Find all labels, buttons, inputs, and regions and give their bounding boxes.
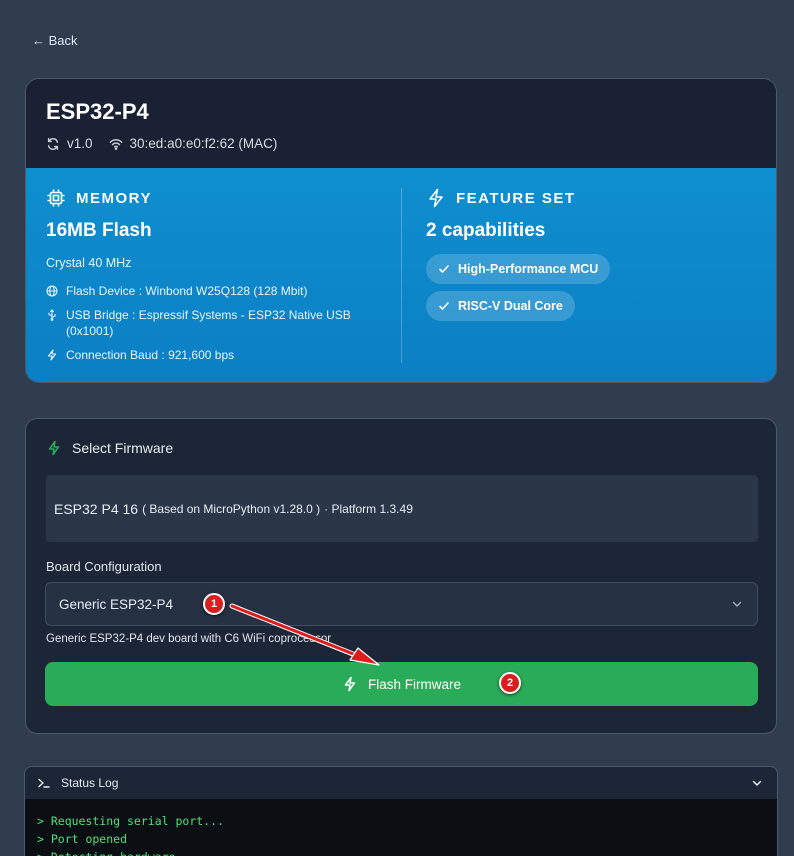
log-line: > Detecting hardware... <box>37 848 765 856</box>
bolt-icon <box>48 440 60 456</box>
status-log-title: Status Log <box>61 776 119 790</box>
firmware-option[interactable]: ESP32 P4 16 ( Based on MicroPython v1.28… <box>46 475 758 542</box>
chip-icon <box>47 189 65 207</box>
spec-list: Flash Device : Winbond W25Q128 (128 Mbit… <box>46 283 396 363</box>
status-log-panel: Status Log > Requesting serial port... >… <box>24 766 778 856</box>
annotation-badge-2: 2 <box>499 672 521 694</box>
spec-flash-device: Flash Device : Winbond W25Q128 (128 Mbit… <box>66 284 308 298</box>
status-log-output: > Requesting serial port... > Port opene… <box>25 799 777 856</box>
feature-count: 2 capabilities <box>426 220 546 241</box>
spec-connection-baud: Connection Baud : 921,600 bps <box>66 348 235 362</box>
bolt-icon <box>429 188 443 208</box>
crystal-freq: Crystal 40 MHz <box>46 256 132 270</box>
chip-row: High-Performance MCU <box>426 254 756 291</box>
spec-item: Flash Device : Winbond W25Q128 (128 Mbit… <box>46 283 396 299</box>
device-card: ESP32-P4 v1.0 30:ed:a0:e0:f2:62 (MAC) ME… <box>25 78 777 383</box>
feature-chip-label: RISC-V Dual Core <box>458 299 563 313</box>
annotation-badge-1: 1 <box>203 593 225 615</box>
usb-icon <box>48 309 56 321</box>
feature-chips: High-Performance MCU RISC-V Dual Core <box>426 254 756 328</box>
firmware-based-on: ( Based on MicroPython v1.28.0 ) <box>142 501 321 516</box>
flash-size: 16MB Flash <box>46 220 152 241</box>
bolt-icon <box>47 349 57 361</box>
chevron-down-icon <box>732 601 742 607</box>
memory-section: MEMORY 16MB Flash Crystal 40 MHz Flash D… <box>46 188 396 371</box>
device-title: ESP32-P4 <box>46 99 149 124</box>
terminal-icon <box>38 778 50 788</box>
check-icon <box>439 265 449 273</box>
feature-chip: High-Performance MCU <box>426 254 611 284</box>
firmware-platform: · Platform 1.3.49 <box>324 501 413 516</box>
device-meta: v1.0 30:ed:a0:e0:f2:62 (MAC) <box>46 136 756 151</box>
globe-icon <box>46 285 58 297</box>
section-divider <box>401 188 402 363</box>
firmware-card: Select Firmware ESP32 P4 16 ( Based on M… <box>25 418 777 734</box>
device-specs-panel: MEMORY 16MB Flash Crystal 40 MHz Flash D… <box>26 168 776 382</box>
device-version: v1.0 <box>67 136 93 151</box>
refresh-icon <box>47 137 59 150</box>
firmware-section-title: Select Firmware <box>72 440 174 456</box>
feature-title: FEATURE SET <box>456 189 576 207</box>
log-line: > Port opened <box>37 832 128 846</box>
back-link[interactable]: ← Back <box>32 33 78 48</box>
chip-row: RISC-V Dual Core <box>426 291 756 328</box>
chevron-down-icon[interactable] <box>751 777 763 789</box>
memory-title-row: MEMORY <box>46 188 396 208</box>
device-header: ESP32-P4 v1.0 30:ed:a0:e0:f2:62 (MAC) <box>26 79 776 168</box>
firmware-section-header: Select Firmware <box>46 440 173 456</box>
flash-firmware-button[interactable]: Flash Firmware <box>45 662 758 706</box>
log-line: > Requesting serial port... <box>37 814 224 828</box>
feature-title-row: FEATURE SET <box>426 188 756 208</box>
spec-usb-bridge: USB Bridge : Espressif Systems - ESP32 N… <box>66 308 351 338</box>
firmware-name: ESP32 P4 16 <box>54 500 139 517</box>
memory-title: MEMORY <box>76 189 152 207</box>
status-log-header[interactable]: Status Log <box>25 767 777 799</box>
flash-firmware-label: Flash Firmware <box>367 676 461 692</box>
board-config-select[interactable]: Generic ESP32-P4 <box>45 582 758 626</box>
wifi-icon <box>109 138 122 150</box>
spec-item: USB Bridge : Espressif Systems - ESP32 N… <box>46 307 396 339</box>
check-icon <box>439 302 449 310</box>
bolt-icon <box>344 676 356 692</box>
feature-chip: RISC-V Dual Core <box>426 291 575 321</box>
board-config-description: Generic ESP32-P4 dev board with C6 WiFi … <box>46 633 332 645</box>
board-config-label: Board Configuration <box>46 559 162 574</box>
device-mac: 30:ed:a0:e0:f2:62 (MAC) <box>129 136 278 151</box>
spec-item: Connection Baud : 921,600 bps <box>46 347 396 363</box>
feature-chip-label: High-Performance MCU <box>458 262 599 276</box>
feature-section: FEATURE SET 2 capabilities High-Performa… <box>426 188 756 328</box>
board-config-value: Generic ESP32-P4 <box>59 596 174 612</box>
